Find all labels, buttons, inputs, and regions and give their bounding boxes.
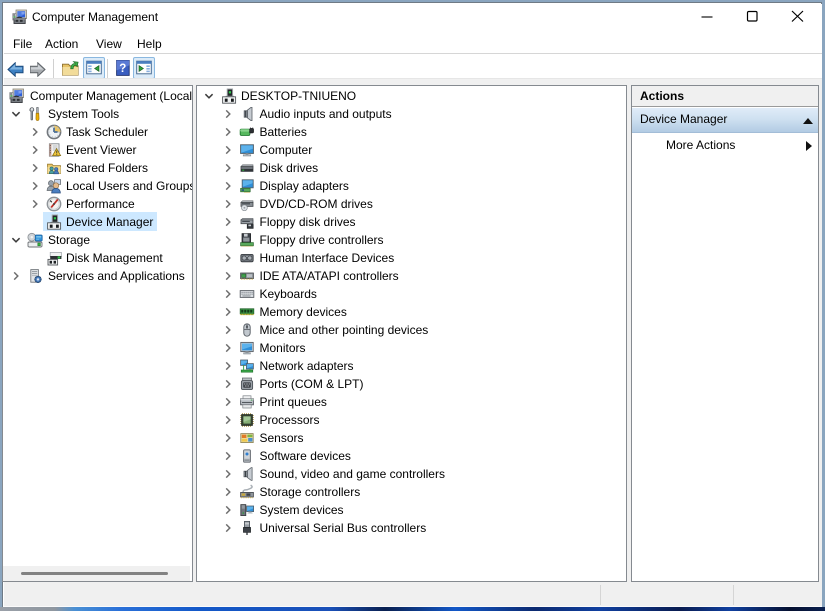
svg-text:?: ? — [119, 63, 126, 75]
